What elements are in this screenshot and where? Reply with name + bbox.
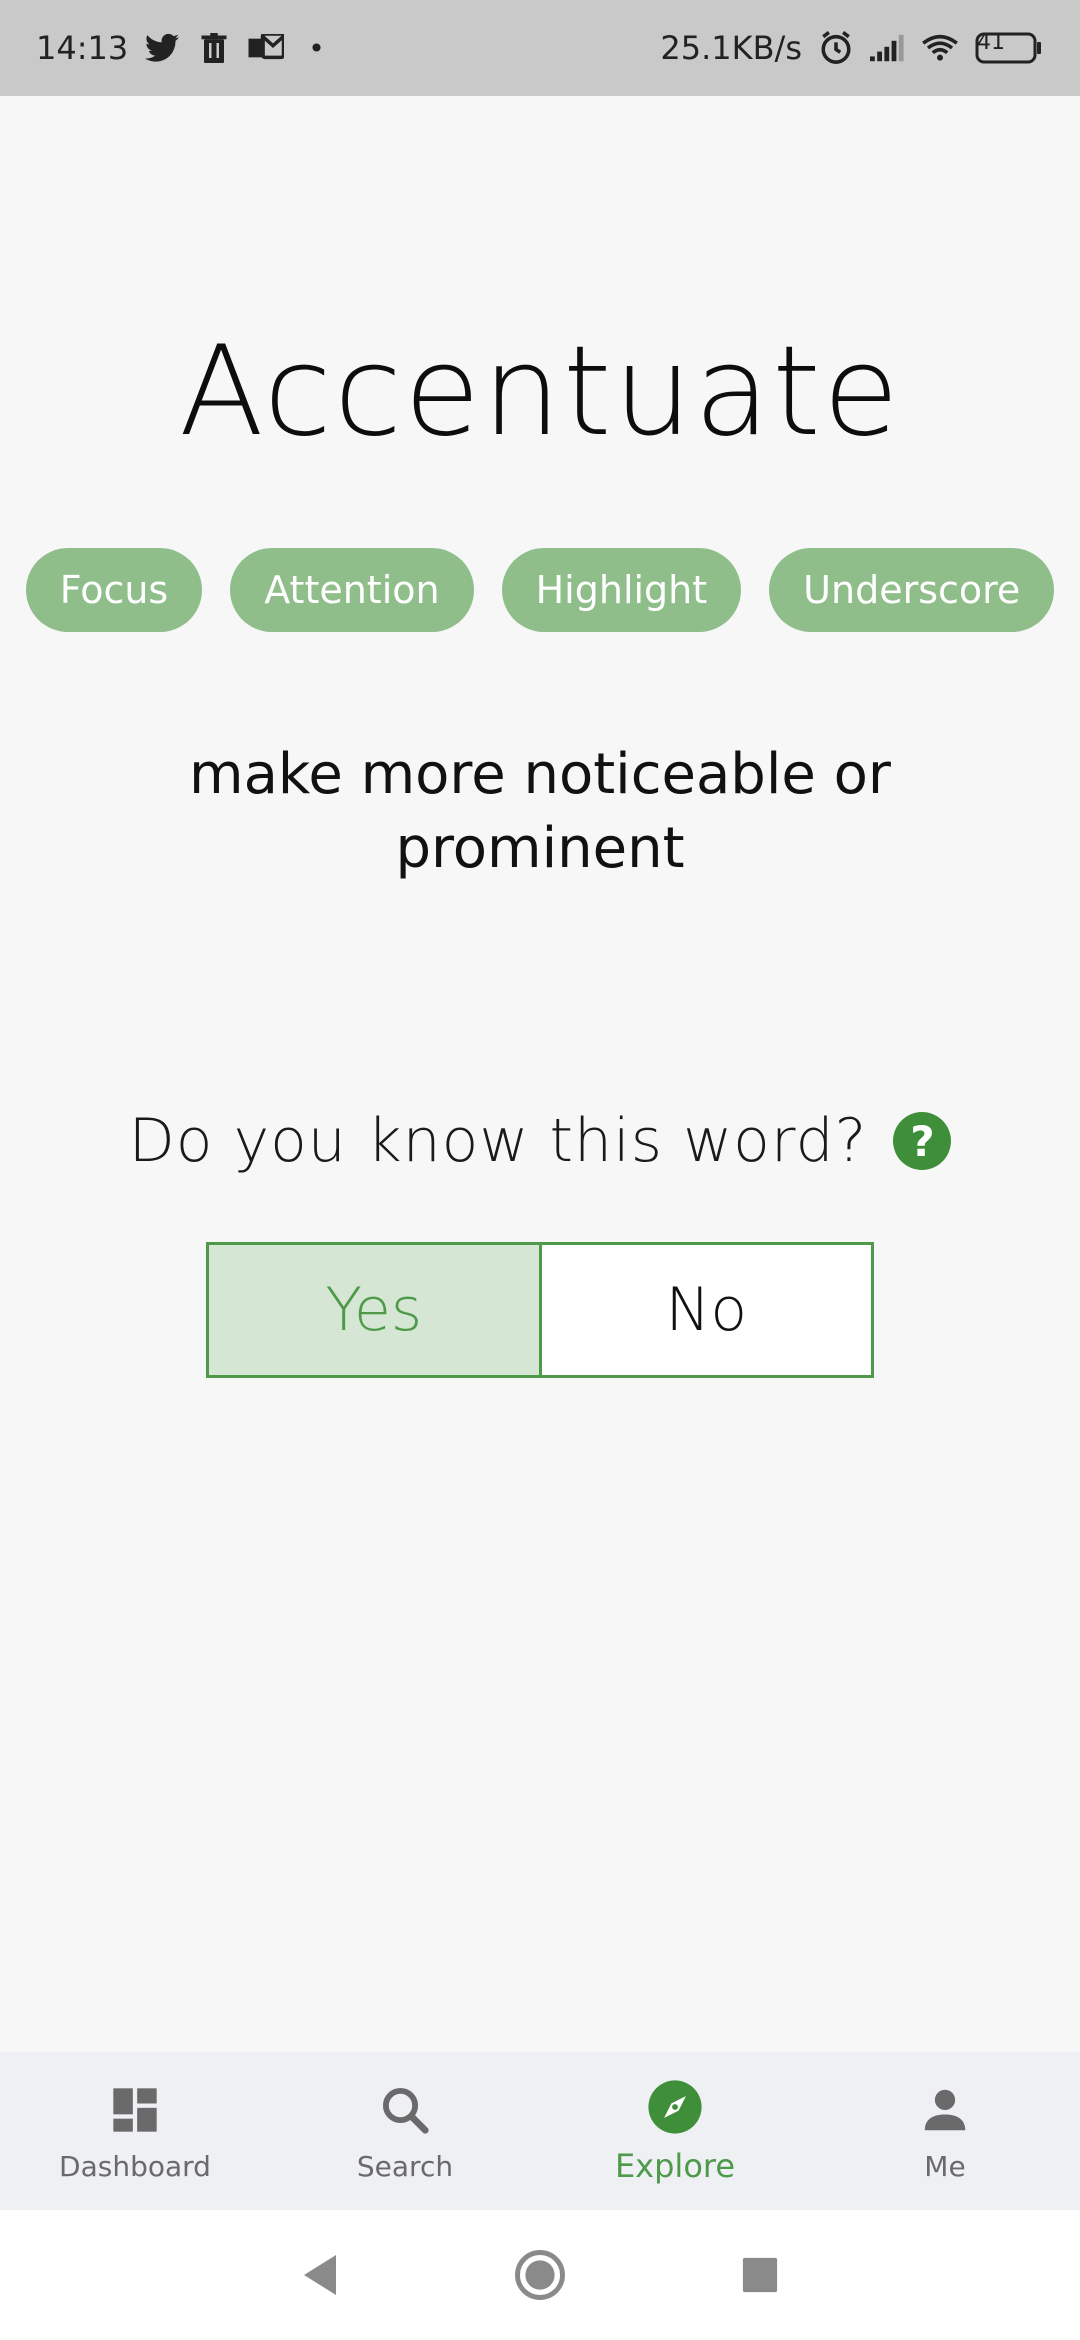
twitter-icon — [144, 30, 180, 66]
word-definition: make more noticeable or prominent — [189, 742, 891, 881]
synonym-chip[interactable]: Focus — [25, 548, 203, 632]
home-icon[interactable] — [510, 2245, 570, 2305]
search-icon — [375, 2080, 435, 2140]
network-speed: 25.1KB/s — [660, 29, 802, 67]
recents-icon[interactable] — [730, 2245, 790, 2305]
signal-icon — [870, 30, 906, 66]
compass-icon — [645, 2077, 705, 2137]
synonym-chip[interactable]: Attention — [230, 548, 474, 632]
back-icon[interactable] — [290, 2245, 350, 2305]
alarm-icon — [818, 30, 854, 66]
synonym-chip[interactable]: Underscore — [769, 548, 1055, 632]
nav-item-search[interactable]: Search — [270, 2052, 540, 2210]
battery-level: 41 — [977, 30, 1005, 55]
status-bar: 14:13 • 25.1KB/s — [0, 0, 1080, 96]
answer-toggle-group: Yes No — [206, 1242, 874, 1378]
system-nav-bar — [0, 2210, 1080, 2340]
word-title: Accentuate — [179, 320, 901, 464]
synonym-chips: Focus Attention Highlight Underscore — [0, 548, 1080, 632]
yes-button[interactable]: Yes — [209, 1245, 542, 1375]
wifi-icon — [922, 30, 958, 66]
nav-item-dashboard[interactable]: Dashboard — [0, 2052, 270, 2210]
question-row: Do you know this word? ? — [0, 1106, 1080, 1176]
nav-item-me[interactable]: Me — [810, 2052, 1080, 2210]
nav-item-explore[interactable]: Explore — [540, 2052, 810, 2210]
nav-label-me: Me — [924, 2149, 966, 2183]
nav-label-explore: Explore — [614, 2147, 736, 2185]
nav-label-search: Search — [356, 2149, 454, 2183]
trash-icon — [196, 30, 232, 66]
synonym-chip[interactable]: Highlight — [501, 548, 742, 632]
status-time: 14:13 — [36, 29, 129, 67]
no-button[interactable]: No — [541, 1245, 871, 1375]
nav-label-dashboard: Dashboard — [59, 2149, 211, 2183]
bottom-nav: Dashboard Search Explore Me — [0, 2052, 1080, 2210]
person-icon — [915, 2080, 975, 2140]
mail-icon — [248, 30, 285, 66]
status-left: 14:13 • — [36, 29, 325, 67]
question-text: Do you know this word? — [128, 1106, 868, 1176]
dashboard-icon — [105, 2080, 165, 2140]
notification-dot: • — [308, 31, 325, 65]
help-icon[interactable]: ? — [893, 1112, 952, 1170]
